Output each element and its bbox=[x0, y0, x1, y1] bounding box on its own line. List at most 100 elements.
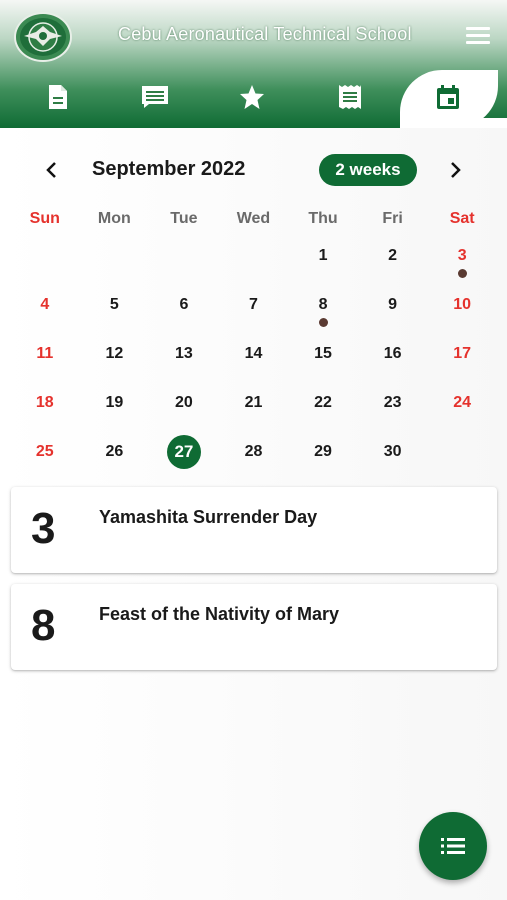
day-cell[interactable]: 14 bbox=[219, 330, 289, 379]
day-cell[interactable]: 7 bbox=[219, 281, 289, 330]
day-number: 11 bbox=[36, 345, 54, 362]
weekday-label: Fri bbox=[382, 210, 403, 227]
calendar-week-row: 4 5 6 7 8 9 10 bbox=[10, 281, 497, 330]
tab-calendar[interactable] bbox=[418, 75, 478, 119]
day-number: 10 bbox=[453, 296, 472, 313]
previous-month-button[interactable] bbox=[40, 158, 64, 182]
school-logo bbox=[14, 12, 72, 62]
document-icon bbox=[49, 85, 67, 109]
day-number: 14 bbox=[244, 345, 263, 362]
weekday-label: Tue bbox=[170, 210, 198, 227]
empty-day-cell bbox=[80, 232, 150, 281]
weekday-label: Wed bbox=[236, 210, 271, 227]
chevron-left-icon bbox=[46, 162, 56, 178]
receipt-icon bbox=[339, 85, 361, 109]
day-number: 2 bbox=[388, 247, 398, 264]
day-number: 13 bbox=[175, 345, 193, 362]
day-cell[interactable]: 1 bbox=[288, 232, 358, 281]
day-number: 25 bbox=[35, 443, 54, 460]
weekday-label: Sat bbox=[449, 210, 475, 227]
day-cell[interactable]: 9 bbox=[358, 281, 428, 330]
calendar-week-row: 1 2 3 bbox=[10, 232, 497, 281]
day-cell[interactable]: 20 bbox=[149, 379, 219, 428]
event-marker-dot bbox=[318, 318, 328, 327]
weekday-label: Sun bbox=[29, 210, 60, 227]
day-cell[interactable]: 28 bbox=[219, 428, 289, 477]
day-cell[interactable]: 6 bbox=[149, 281, 219, 330]
day-number: 22 bbox=[314, 394, 332, 411]
day-number: 30 bbox=[383, 443, 402, 460]
day-cell[interactable]: 23 bbox=[358, 379, 428, 428]
tab-favorites[interactable] bbox=[222, 75, 282, 119]
calendar-week-row: 25 26 27 28 29 30 bbox=[10, 428, 497, 477]
day-cell[interactable]: 26 bbox=[80, 428, 150, 477]
announcement-icon bbox=[142, 86, 168, 108]
empty-day-cell bbox=[10, 232, 80, 281]
calendar-week-row: 18 19 20 21 22 23 24 bbox=[10, 379, 497, 428]
day-cell[interactable]: 27 bbox=[149, 428, 219, 477]
day-number: 29 bbox=[314, 443, 332, 460]
day-cell[interactable]: 13 bbox=[149, 330, 219, 379]
day-number: 24 bbox=[453, 394, 472, 411]
day-cell[interactable]: 17 bbox=[427, 330, 497, 379]
event-day-number: 8 bbox=[31, 601, 56, 650]
day-cell[interactable]: 10 bbox=[427, 281, 497, 330]
next-month-button[interactable] bbox=[443, 158, 467, 182]
tab-documents[interactable] bbox=[28, 75, 88, 119]
day-cell[interactable]: 8 bbox=[288, 281, 358, 330]
hamburger-menu-icon[interactable] bbox=[466, 27, 490, 45]
day-number: 7 bbox=[249, 296, 258, 313]
day-number: 16 bbox=[383, 345, 402, 362]
day-number: 12 bbox=[105, 345, 124, 362]
day-number: 19 bbox=[105, 394, 124, 411]
tab-announcements[interactable] bbox=[125, 75, 185, 119]
calendar-header: September 2022 2 weeks bbox=[0, 150, 507, 190]
calendar-format-button[interactable]: 2 weeks bbox=[319, 154, 417, 186]
day-number: 20 bbox=[175, 394, 193, 411]
app-bar: Cebu Aeronautical Technical School bbox=[0, 0, 507, 128]
calendar-icon bbox=[437, 85, 459, 109]
event-title: Yamashita Surrender Day bbox=[99, 507, 318, 527]
day-number: 21 bbox=[244, 394, 263, 411]
day-cell[interactable]: 15 bbox=[288, 330, 358, 379]
event-card[interactable]: 3 Yamashita Surrender Day bbox=[11, 487, 497, 573]
day-number: 26 bbox=[105, 443, 124, 460]
day-cell[interactable]: 16 bbox=[358, 330, 428, 379]
day-cell[interactable]: 4 bbox=[10, 281, 80, 330]
day-cell[interactable]: 25 bbox=[10, 428, 80, 477]
day-cell[interactable]: 5 bbox=[80, 281, 150, 330]
list-icon bbox=[441, 838, 465, 854]
day-cell[interactable]: 3 bbox=[427, 232, 497, 281]
tab-receipts[interactable] bbox=[320, 75, 380, 119]
day-number: 23 bbox=[383, 394, 402, 411]
day-number: 18 bbox=[35, 394, 54, 411]
star-icon bbox=[240, 85, 264, 109]
day-cell[interactable]: 21 bbox=[219, 379, 289, 428]
empty-day-cell bbox=[427, 428, 497, 477]
event-list: 3 Yamashita Surrender Day 8 Feast of the Na… bbox=[11, 487, 497, 681]
month-title: September 2022 bbox=[92, 158, 246, 180]
day-number: 5 bbox=[109, 296, 119, 313]
day-cell[interactable]: 24 bbox=[427, 379, 497, 428]
day-number: 1 bbox=[318, 247, 328, 264]
day-cell[interactable]: 12 bbox=[80, 330, 150, 379]
weekday-label: Mon bbox=[97, 210, 131, 227]
day-number: 28 bbox=[244, 443, 263, 460]
day-cell[interactable]: 22 bbox=[288, 379, 358, 428]
day-cell[interactable]: 19 bbox=[80, 379, 150, 428]
day-cell[interactable]: 30 bbox=[358, 428, 428, 477]
empty-day-cell bbox=[219, 232, 289, 281]
day-cell[interactable]: 2 bbox=[358, 232, 428, 281]
day-cell[interactable]: 11 bbox=[10, 330, 80, 379]
weekday-label: Thu bbox=[308, 210, 338, 227]
day-cell[interactable]: 18 bbox=[10, 379, 80, 428]
calendar-week-row: 11 12 13 14 15 16 17 bbox=[10, 330, 497, 379]
app-title: Cebu Aeronautical Technical School bbox=[118, 24, 412, 44]
day-cell[interactable]: 29 bbox=[288, 428, 358, 477]
event-title: Feast of the Nativity of Mary bbox=[99, 604, 340, 624]
chevron-right-icon bbox=[451, 162, 461, 178]
event-list-fab[interactable] bbox=[419, 812, 487, 880]
weekday-header-row: Sun Mon Tue Wed Thu Fri Sat bbox=[10, 210, 497, 232]
event-card[interactable]: 8 Feast of the Nativity of Mary bbox=[11, 584, 497, 670]
event-day-number: 3 bbox=[31, 504, 56, 553]
